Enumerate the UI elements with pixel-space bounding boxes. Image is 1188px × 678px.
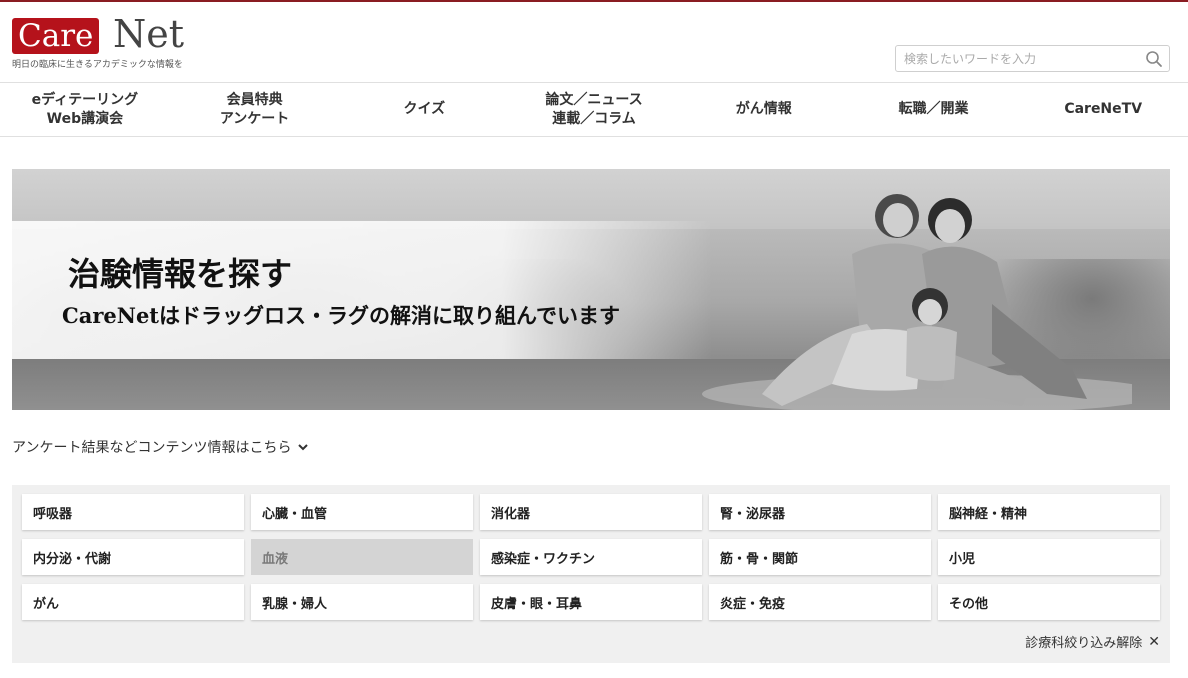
specialty-filter-panel: 呼吸器 心臓・血管 消化器 腎・泌尿器 脳神経・精神内分泌・代謝 血液 感染症・ワクチン 筋・… — [12, 485, 1170, 663]
nav-item-3[interactable]: 論文／ニュース 連載／コラム — [509, 83, 679, 136]
specialty-button[interactable]: 小児 — [938, 539, 1160, 575]
specialty-button[interactable]: 炎症・免疫 — [709, 584, 931, 620]
close-icon: ✕ — [1148, 633, 1160, 650]
specialty-button[interactable]: 腎・泌尿器 — [709, 494, 931, 530]
main-nav: eディテーリング Web講演会 会員特典アンケート クイズ 論文／ニュース 連載／コラム が… — [0, 82, 1188, 137]
nav-item-5[interactable]: 転職／開業 — [849, 83, 1019, 136]
clinical-trial-banner[interactable]: 治験情報を探す CareNetはドラッグロス・ラグの解消に取り組んでいます — [12, 169, 1170, 410]
banner-title: 治験情報を探す — [68, 255, 293, 293]
nav-item-label-line2: アンケート — [219, 110, 290, 127]
search-input[interactable] — [896, 46, 1136, 71]
banner-subtitle: CareNetはドラッグロス・ラグの解消に取り組んでいます — [62, 303, 620, 328]
chevron-down-icon — [298, 444, 309, 451]
nav-item-0[interactable]: eディテーリング Web講演会 — [0, 83, 170, 136]
specialty-button[interactable]: 消化器 — [480, 494, 702, 530]
specialty-button[interactable]: 皮膚・眼・耳鼻 — [480, 584, 702, 620]
nav-item-label-line1: がん情報 — [735, 101, 792, 117]
specialty-button[interactable]: 脳神経・精神 — [938, 494, 1160, 530]
specialty-button[interactable]: がん — [22, 584, 244, 620]
content-info-label: アンケート結果などコンテンツ情報はこちら — [12, 440, 292, 456]
specialty-button[interactable]: 血液 — [251, 539, 473, 575]
nav-item-label-line1: 論文／ニュース — [545, 91, 643, 108]
nav-item-4[interactable]: がん情報 — [679, 83, 849, 136]
clear-specialty-filter-button[interactable]: 診療科絞り込み解除 ✕ — [1025, 632, 1160, 652]
nav-item-6[interactable]: CareNeTV — [1018, 83, 1188, 136]
nav-item-2[interactable]: クイズ — [339, 83, 509, 136]
carenet-logo[interactable]: Care Net 明日の臨床に生きるアカデミックな情報を — [12, 12, 192, 72]
specialty-button[interactable]: 呼吸器 — [22, 494, 244, 530]
nav-item-label-line2: Web講演会 — [46, 110, 124, 127]
nav-item-label-line1: eディテーリング — [31, 91, 139, 108]
specialty-button[interactable]: 筋・骨・関節 — [709, 539, 931, 575]
content-info-toggle[interactable]: アンケート結果などコンテンツ情報はこちら — [12, 437, 309, 457]
specialty-button[interactable]: 内分泌・代謝 — [22, 539, 244, 575]
header: Care Net 明日の臨床に生きるアカデミックな情報を — [0, 2, 1188, 82]
search-icon[interactable] — [1145, 50, 1163, 68]
logo-care-text: Care — [12, 18, 100, 54]
nav-item-label-line1: 会員特典 — [226, 91, 283, 108]
specialty-button[interactable]: その他 — [938, 584, 1160, 620]
family-photo — [702, 194, 1132, 410]
nav-item-label-line1: クイズ — [403, 101, 446, 117]
nav-item-1[interactable]: 会員特典 アンケート — [170, 83, 340, 136]
specialty-grid: 呼吸器 心臓・血管 消化器 腎・泌尿器 脳神経・精神内分泌・代謝 血液 感染症・ワクチン 筋・… — [22, 494, 1160, 620]
logo-tagline: 明日の臨床に生きるアカデミックな情報を — [12, 60, 183, 70]
nav-item-label-line1: 転職／開業 — [898, 101, 969, 117]
specialty-button[interactable]: 心臓・血管 — [251, 494, 473, 530]
nav-item-label-line2: 連載／コラム — [552, 110, 636, 127]
logo-net-text: Net — [113, 12, 185, 56]
specialty-button[interactable]: 乳腺・婦人 — [251, 584, 473, 620]
search-box — [895, 45, 1170, 72]
nav-item-label-line1: CareNeTV — [1064, 101, 1143, 117]
clear-filter-label: 診療科絞り込み解除 — [1025, 636, 1143, 651]
specialty-button[interactable]: 感染症・ワクチン — [480, 539, 702, 575]
